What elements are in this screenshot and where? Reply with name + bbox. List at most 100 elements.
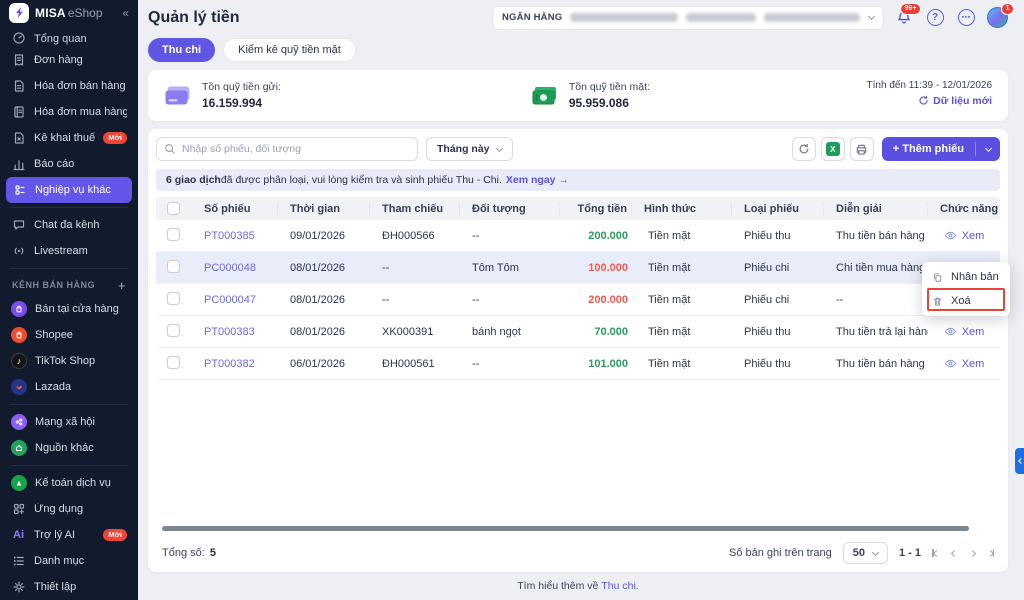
sidebar-item-label: Hóa đơn bán hàng — [34, 80, 126, 92]
classification-banner: 6 giao dịch đã được phân loại, vui lòng … — [156, 169, 1000, 191]
table-row[interactable]: PT000385 09/01/2026 ĐH000566 -- 200.000 … — [156, 220, 1000, 252]
learn-more-link[interactable]: Thu chi. — [601, 580, 638, 592]
sidebar-item-shopee[interactable]: Shopee — [0, 322, 138, 348]
collapse-panel-tab[interactable] — [1015, 448, 1024, 474]
page-tabs: Thu chi Kiểm kê quỹ tiền mặt — [148, 38, 1008, 62]
sidebar-item-label: Livestream — [34, 245, 88, 257]
column-header[interactable]: Diễn giải — [824, 202, 928, 216]
delete-menu-item[interactable]: Xoá — [922, 289, 1010, 313]
reload-button[interactable] — [792, 137, 816, 161]
dashboard-icon — [11, 30, 26, 45]
more-button[interactable]: ⋯ — [955, 7, 977, 29]
cell-date: 08/01/2026 — [278, 262, 370, 274]
tab-thu-chi[interactable]: Thu chi — [148, 38, 215, 62]
voucher-id-link[interactable]: PT000382 — [192, 358, 278, 370]
search-input[interactable] — [156, 137, 418, 161]
add-channel-icon[interactable]: + — [118, 278, 126, 293]
view-now-link[interactable]: Xem ngay → — [506, 174, 569, 186]
period-filter[interactable]: Tháng này — [426, 137, 513, 161]
export-excel-button[interactable]: X — [821, 137, 845, 161]
cash-label: Tồn quỹ tiền mặt: — [569, 81, 650, 93]
sidebar-item-hoa-don-ban-hang[interactable]: Hóa đơn bán hàng — [0, 73, 138, 99]
sidebar-item-bao-cao[interactable]: Báo cáo — [0, 151, 138, 177]
sidebar-item-nghiep-vu-khac[interactable]: Nghiệp vụ khác — [6, 177, 132, 203]
sidebar-item-livestream[interactable]: Livestream — [0, 238, 138, 264]
column-header[interactable]: Loại phiếu — [732, 202, 824, 216]
duplicate-menu-item[interactable]: Nhân bản — [922, 265, 1010, 289]
print-button[interactable] — [850, 137, 874, 161]
column-header[interactable]: Tổng tiền — [560, 202, 632, 216]
cash-summary: Tồn quỹ tiền mặt: 95.959.086 — [531, 81, 650, 110]
view-action[interactable]: Xem — [928, 230, 1000, 242]
sidebar-item-tong-quan[interactable]: Tổng quan — [0, 25, 138, 47]
sidebar-item-don-hang[interactable]: Đơn hàng — [0, 47, 138, 73]
voucher-id-link[interactable]: PC000048 — [192, 262, 278, 274]
row-checkbox[interactable] — [167, 260, 180, 273]
row-checkbox[interactable] — [167, 228, 180, 241]
chevron-down-icon — [868, 13, 875, 20]
eye-icon — [944, 326, 957, 337]
column-header[interactable]: Hình thức — [632, 202, 732, 216]
refresh-data-link[interactable]: Dữ liệu mới — [918, 95, 992, 107]
row-checkbox[interactable] — [167, 324, 180, 337]
sidebar-item-nguon-khac[interactable]: Nguồn khác — [0, 435, 138, 461]
add-voucher-button[interactable]: + Thêm phiếu — [882, 137, 1000, 161]
notifications-button[interactable]: 99+ — [893, 7, 915, 29]
sidebar-item-ban-tai-cua-hang[interactable]: Bán tại cửa hàng — [0, 296, 138, 322]
horizontal-scrollbar[interactable] — [162, 526, 994, 531]
sidebar-item-tiktok-shop[interactable]: ♪ TikTok Shop — [0, 348, 138, 374]
sidebar-item-tro-ly-ai[interactable]: Ai Trợ lý AI Mới — [0, 522, 138, 548]
last-page-button[interactable] — [988, 549, 995, 557]
total-value: 5 — [210, 547, 216, 559]
sidebar-item-ke-khai-thue[interactable]: Kê khai thuế Mới — [0, 125, 138, 151]
bank-select-label: NGÂN HÀNG — [502, 12, 562, 23]
table-row[interactable]: PT000383 08/01/2026 XK000391 bánh ngọt 7… — [156, 316, 1000, 348]
cash-value: 95.959.086 — [569, 96, 650, 110]
table-row[interactable]: PC000048 08/01/2026 -- Tôm Tôm 100.000 T… — [156, 252, 1000, 284]
sidebar-item-ung-dung[interactable]: Ứng dụng — [0, 496, 138, 522]
tab-kiem-ke-quy-tien-mat[interactable]: Kiểm kê quỹ tiền mặt — [223, 38, 356, 62]
sidebar-item-lazada[interactable]: Lazada — [0, 374, 138, 400]
voucher-id-link[interactable]: PC000047 — [192, 294, 278, 306]
voucher-id-link[interactable]: PT000383 — [192, 326, 278, 338]
sidebar-item-label: Chat đa kênh — [34, 219, 99, 231]
table-row[interactable]: PC000047 08/01/2026 -- -- 200.000 Tiền m… — [156, 284, 1000, 316]
row-checkbox[interactable] — [167, 356, 180, 369]
column-header[interactable]: Đối tượng — [460, 202, 560, 216]
next-page-button[interactable] — [970, 551, 975, 556]
sidebar-collapse-icon[interactable]: « — [122, 6, 129, 20]
voucher-id-link[interactable]: PT000385 — [192, 230, 278, 242]
column-header[interactable]: Thời gian — [278, 202, 370, 216]
sidebar-item-ke-toan-dich-vu[interactable]: Kế toán dịch vụ — [0, 470, 138, 496]
sidebar-item-danh-muc[interactable]: Danh mục — [0, 548, 138, 574]
brand-logo[interactable]: MISA eShop « — [0, 0, 138, 25]
summary-card: Tồn quỹ tiền gửi: 16.159.994 Tồn quỹ tiề… — [148, 70, 1008, 122]
first-page-button[interactable] — [932, 549, 939, 557]
column-header[interactable]: Số phiếu — [192, 202, 278, 216]
view-action[interactable]: Xem — [928, 326, 1000, 338]
store-icon — [11, 301, 27, 317]
pager-buttons — [932, 549, 994, 557]
sidebar-item-thiet-lap[interactable]: Thiết lập — [0, 574, 138, 600]
sidebar-item-hoa-don-mua-hang[interactable]: Hóa đơn mua hàng — [0, 99, 138, 125]
add-voucher-dropdown[interactable] — [976, 148, 1000, 151]
cell-desc: Thu tiền bán hàng — [824, 230, 928, 242]
column-header[interactable]: Tham chiếu — [370, 202, 460, 216]
toolbar-actions: X + Thêm phiếu — [792, 137, 1000, 161]
account-button[interactable]: 1 — [986, 7, 1008, 29]
cell-type: Phiếu thu — [732, 358, 824, 370]
help-button[interactable]: ? — [924, 7, 946, 29]
row-checkbox[interactable] — [167, 292, 180, 305]
duplicate-icon — [932, 272, 943, 283]
bank-select[interactable]: NGÂN HÀNG — [492, 6, 884, 30]
sidebar-item-chat-da-kenh[interactable]: Chat đa kênh — [0, 212, 138, 238]
table-row[interactable]: PT000382 06/01/2026 ĐH000561 -- 101.000 … — [156, 348, 1000, 380]
cell-amount: 200.000 — [560, 294, 632, 306]
scrollbar-thumb[interactable] — [162, 526, 969, 531]
sidebar-item-mang-xa-hoi[interactable]: Mạng xã hội — [0, 409, 138, 435]
view-action[interactable]: Xem — [928, 358, 1000, 370]
prev-page-button[interactable] — [952, 551, 957, 556]
per-page-select[interactable]: 50 — [843, 542, 888, 564]
select-all-checkbox[interactable] — [167, 202, 180, 215]
column-header[interactable]: Chức năng — [928, 202, 1000, 216]
